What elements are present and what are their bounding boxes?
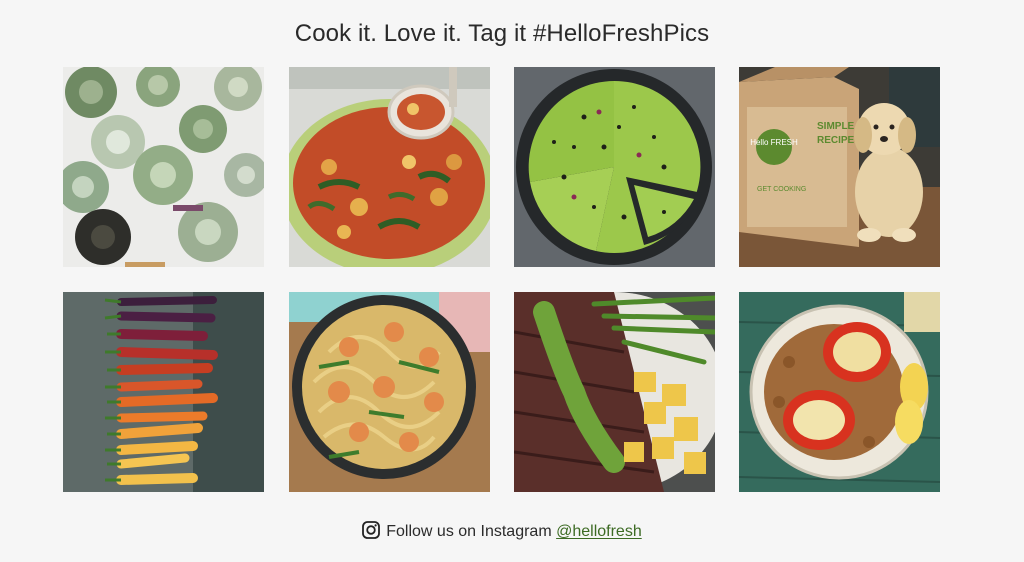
gallery-photo-avocado[interactable] xyxy=(514,67,715,267)
cupcakes-image xyxy=(63,67,264,267)
instagram-follow: Follow us on Instagram @hellofresh xyxy=(0,520,1004,547)
rainbow-carrots-image xyxy=(63,292,264,492)
box-brand-top: Hello FRESH xyxy=(750,138,798,147)
shrimp-noodles-image xyxy=(289,292,490,492)
gallery-photo-soup[interactable] xyxy=(289,67,490,267)
gallery-photo-cupcakes[interactable] xyxy=(63,67,264,267)
steak-potatoes-image xyxy=(514,292,715,492)
gallery-photo-stuffed-peppers[interactable] xyxy=(739,292,940,492)
soup-pot-image xyxy=(289,67,490,267)
instagram-gallery: Hello FRESH SIMPLE RECIPES GET COOKING xyxy=(63,67,940,492)
puppy-box-image: Hello FRESH SIMPLE RECIPES GET COOKING xyxy=(739,67,940,267)
gallery-photo-carrots[interactable] xyxy=(63,292,264,492)
stuffed-peppers-image xyxy=(739,292,940,492)
avocado-flatbread-image xyxy=(514,67,715,267)
gallery-photo-shrimp-noodles[interactable] xyxy=(289,292,490,492)
box-text-1: SIMPLE xyxy=(817,121,855,132)
instagram-handle-link[interactable]: @hellofresh xyxy=(556,523,642,540)
page-title: Cook it. Love it. Tag it #HelloFreshPics xyxy=(294,20,710,47)
box-text-3: GET COOKING xyxy=(757,186,806,193)
instagram-icon xyxy=(362,521,381,547)
follow-text: Follow us on Instagram xyxy=(386,523,552,540)
gallery-photo-puppy[interactable]: Hello FRESH SIMPLE RECIPES GET COOKING xyxy=(739,67,940,267)
gallery-photo-steak[interactable] xyxy=(514,292,715,492)
